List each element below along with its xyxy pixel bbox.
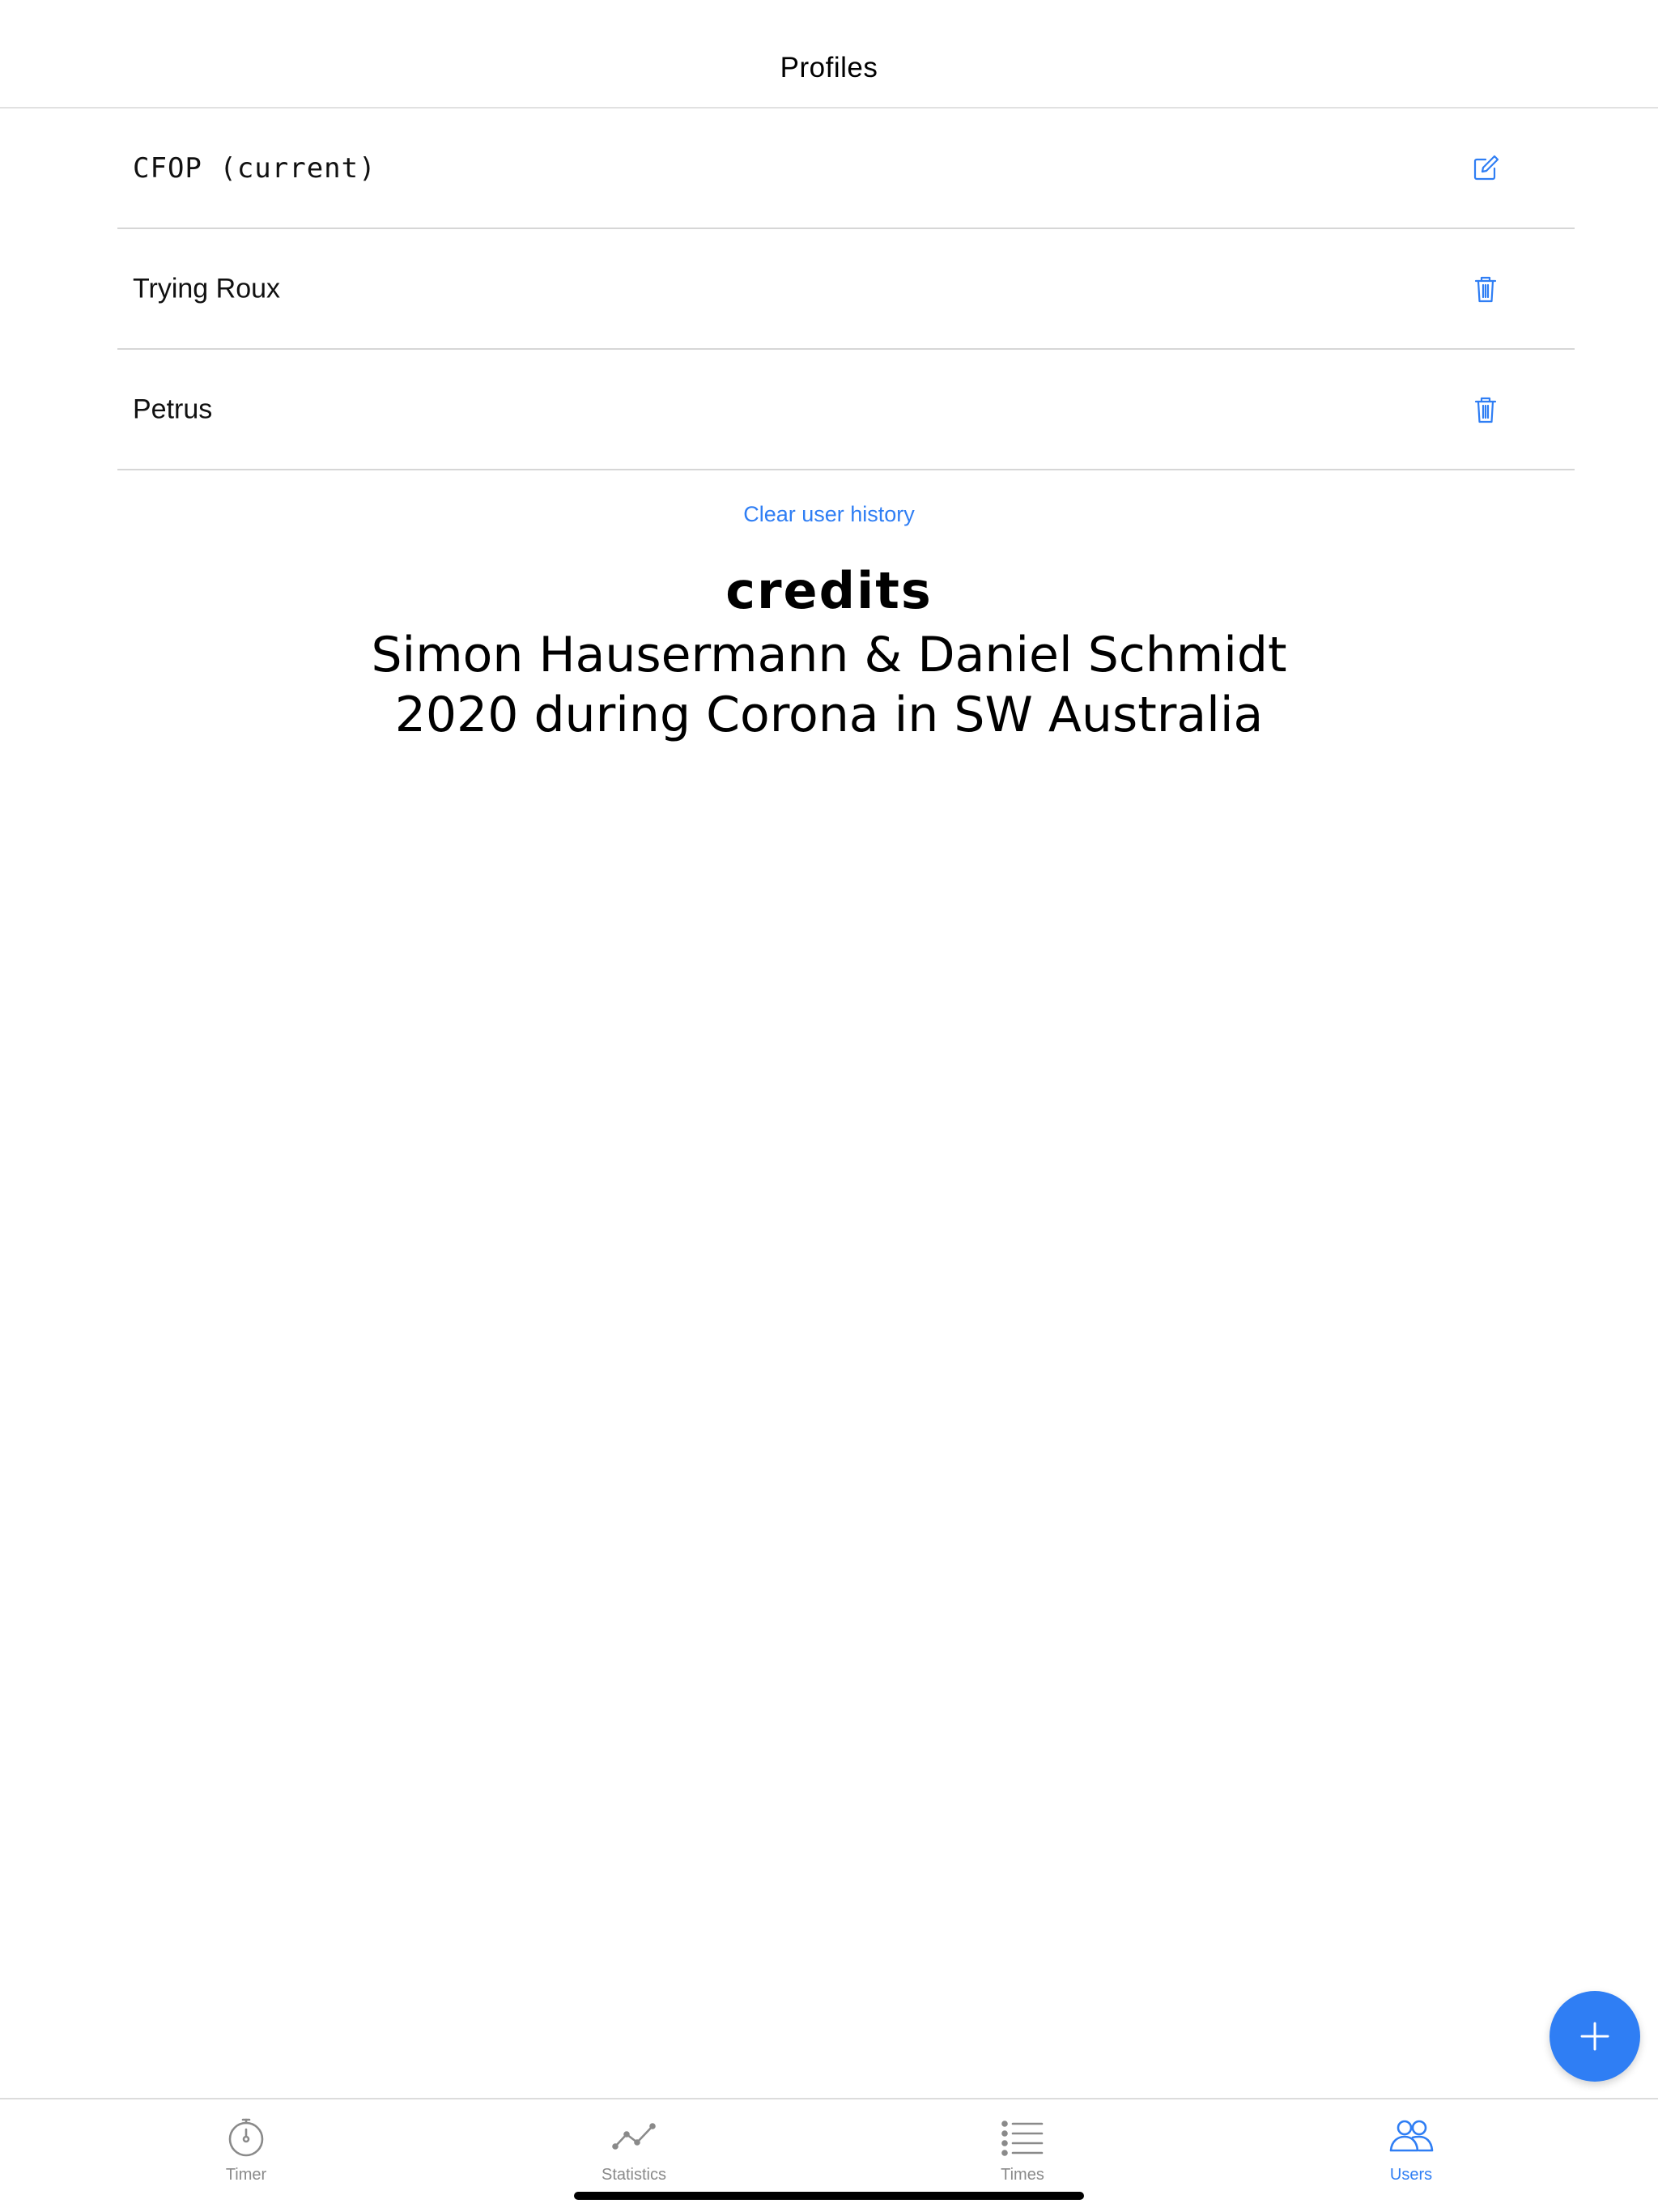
page-title: Profiles [780,52,878,83]
profile-row[interactable]: Petrus [117,350,1575,470]
users-icon [1388,2114,1434,2159]
profile-name: CFOP (current) [133,151,376,185]
list-icon [1000,2114,1045,2159]
trash-icon[interactable] [1469,273,1502,305]
credits-block: credits Simon Hausermann & Daniel Schmid… [0,557,1658,745]
tab-label: Users [1389,2166,1433,2184]
profile-row[interactable]: Trying Roux [117,229,1575,350]
trash-icon[interactable] [1469,393,1502,426]
tab-label: Timer [225,2166,267,2184]
profile-name: Trying Roux [133,273,281,304]
profile-name: Petrus [133,393,213,424]
tab-timer[interactable]: Timer [165,2099,327,2189]
profile-list: CFOP (current) Trying Roux Petrus [117,108,1575,470]
credits-title: credits [725,561,933,620]
add-profile-button[interactable] [1550,1991,1640,2082]
home-indicator [574,2192,1084,2200]
tab-label: Statistics [601,2166,667,2184]
app-root: Profiles CFOP (current) Trying Roux Petr… [0,0,1658,2212]
tab-users[interactable]: Users [1330,2099,1492,2189]
tab-statistics[interactable]: Statistics [553,2099,715,2189]
clear-history-link[interactable]: Clear user history [0,502,1658,527]
edit-icon[interactable] [1469,152,1502,185]
stopwatch-icon [223,2114,269,2159]
credits-note: 2020 during Corona in SW Australia [394,687,1264,743]
tab-times[interactable]: Times [942,2099,1103,2189]
tab-label: Times [1001,2166,1044,2184]
chart-line-icon [611,2114,657,2159]
header-bar: Profiles [0,0,1658,108]
profile-row[interactable]: CFOP (current) [117,108,1575,229]
credits-authors: Simon Hausermann & Daniel Schmidt [371,627,1287,683]
plus-icon [1580,2022,1609,2051]
